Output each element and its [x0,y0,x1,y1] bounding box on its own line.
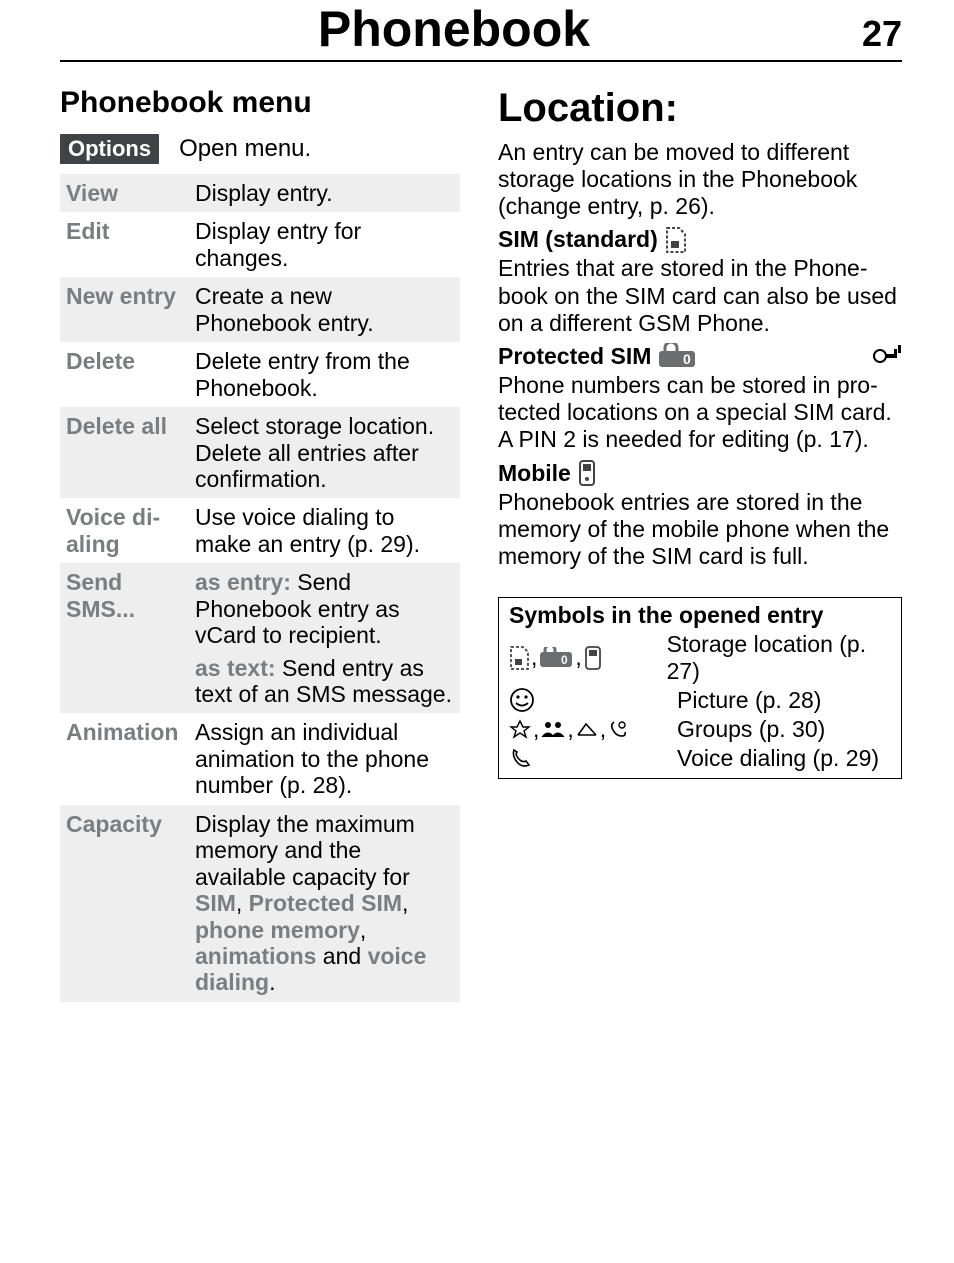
table-row: Capacity Display the maximum memory and … [60,805,460,1002]
menu-value: Delete entry from the Phone­book. [189,342,460,407]
table-row: New entryCreate a new Phonebook entry. [60,277,460,342]
sim-card-icon [664,227,686,253]
menu-key: Voice di­aling [60,498,189,563]
menu-key: New entry [60,277,189,342]
symbol-text: Picture (p. 28) [677,687,821,714]
table-row: Voice di­alingUse voice dialing to make … [60,498,460,563]
svg-text:0: 0 [561,653,568,667]
key-required-icon [872,343,902,369]
groups-icons: , , , [509,716,677,743]
mobile-text: Phonebook entries are stored in the memo… [498,489,902,570]
location-intro: An entry can be moved to different stora… [498,139,902,220]
menu-key: Edit [60,212,189,277]
page-header: Phonebook 27 [60,0,902,62]
menu-value: Display the maximum memory and the avail… [189,805,460,1002]
table-row: Send SMS... as entry: Send Phonebook ent… [60,563,460,713]
table-row: Anima­tionAssign an individual animation… [60,713,460,804]
page-number: 27 [848,13,902,55]
menu-value: Use voice dialing to make an entry (p. 2… [189,498,460,563]
symbol-row: Picture (p. 28) [499,687,901,716]
location-heading: Location: [498,86,902,131]
page-title: Phonebook [60,0,848,58]
menu-key: Capacity [60,805,189,1002]
symbols-title: Symbols in the opened entry [499,598,901,631]
phonebook-menu-heading: Phonebook menu [60,86,460,120]
symbol-row: , , , Groups (p. 30) [499,716,901,745]
table-row: Delete allSelect storage location. Delet… [60,407,460,498]
menu-key: Anima­tion [60,713,189,804]
svg-text:0: 0 [683,351,691,367]
menu-value: Assign an individual animation to the ph… [189,713,460,804]
menu-value: Display entry for changes. [189,212,460,277]
lock-sim-icon: 0 [657,343,697,369]
mobile-heading: Mobile [498,459,902,487]
protected-sim-text: Phone numbers can be stored in pro­tecte… [498,372,902,453]
menu-value: as entry: Send Phonebook entry as vCard … [189,563,460,713]
symbol-row: , 0, Storage location (p. 27) [499,631,901,687]
table-row: DeleteDelete entry from the Phone­book. [60,342,460,407]
mobile-phone-icon [577,459,597,487]
menu-key: View [60,174,189,212]
table-row: EditDisplay entry for changes. [60,212,460,277]
voice-dialing-icon [509,746,677,770]
storage-location-icons: , 0, [509,644,667,671]
menu-table: ViewDisplay entry. EditDisplay entry for… [60,174,460,1002]
symbol-text: Voice dialing (p. 29) [677,745,879,772]
menu-key: Delete [60,342,189,407]
menu-value: Display entry. [189,174,460,212]
menu-value: Create a new Phonebook entry. [189,277,460,342]
menu-key: Send SMS... [60,563,189,713]
symbol-row: Voice dialing (p. 29) [499,745,901,778]
menu-key: Delete all [60,407,189,498]
smile-icon [509,687,677,713]
sim-standard-text: Entries that are stored in the Phone­boo… [498,255,902,336]
symbol-text: Groups (p. 30) [677,716,825,743]
protected-sim-heading: Protected SIM 0 [498,343,902,370]
sim-standard-heading: SIM (standard) [498,226,902,253]
table-row: ViewDisplay entry. [60,174,460,212]
symbol-text: Storage location (p. 27) [667,631,891,685]
options-button[interactable]: Options [60,134,159,164]
menu-value: Select storage location. Delete all entr… [189,407,460,498]
symbols-box: Symbols in the opened entry , 0, Storage… [498,597,902,779]
options-description: Open menu. [179,135,311,163]
